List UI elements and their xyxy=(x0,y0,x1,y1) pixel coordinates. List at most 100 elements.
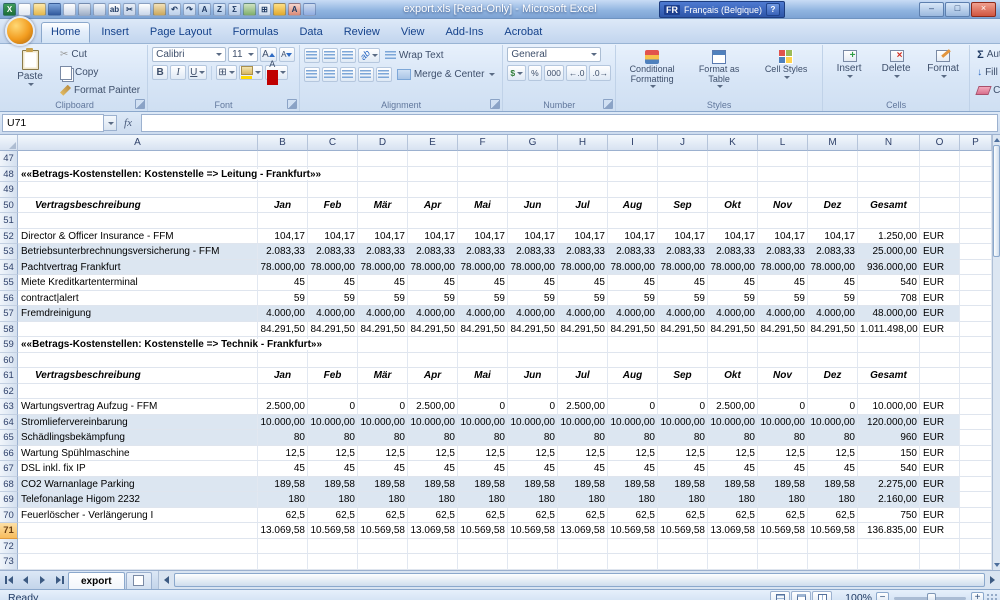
cell-L52[interactable]: 104,17 xyxy=(758,229,808,245)
cell-C53[interactable]: 2.083,33 xyxy=(308,244,358,260)
cell-D60[interactable] xyxy=(358,353,408,369)
cell-P58[interactable] xyxy=(960,322,992,338)
cell-E62[interactable] xyxy=(408,384,458,400)
cell-O61[interactable] xyxy=(920,368,960,384)
cell-N57[interactable]: 48.000,00 xyxy=(858,306,920,322)
cell-H54[interactable]: 78.000,00 xyxy=(558,260,608,276)
cell-I55[interactable]: 45 xyxy=(608,275,658,291)
cell-P54[interactable] xyxy=(960,260,992,276)
column-header-O[interactable]: O xyxy=(920,135,960,151)
cell-C50[interactable]: Feb xyxy=(308,198,358,214)
cell-N49[interactable] xyxy=(858,182,920,198)
scroll-down-button[interactable] xyxy=(993,561,1000,570)
copy-button[interactable]: Copy xyxy=(57,65,143,81)
clipboard-dialog-launcher[interactable] xyxy=(135,99,145,109)
cell-K57[interactable]: 4.000,00 xyxy=(708,306,758,322)
cell-E58[interactable]: 84.291,50 xyxy=(408,322,458,338)
cell-N71[interactable]: 136.835,00 xyxy=(858,523,920,539)
cell-A47[interactable] xyxy=(18,151,258,167)
align-top-button[interactable] xyxy=(304,48,320,63)
fill-button[interactable]: ↓ Fill xyxy=(974,65,1000,81)
cell-P69[interactable] xyxy=(960,492,992,508)
cell-F48[interactable] xyxy=(458,167,508,183)
cell-K70[interactable]: 62,5 xyxy=(708,508,758,524)
cell-D72[interactable] xyxy=(358,539,408,555)
ribbon-tab-view[interactable]: View xyxy=(391,22,435,43)
row-header-57[interactable]: 57 xyxy=(0,306,18,322)
cell-F49[interactable] xyxy=(458,182,508,198)
cell-H65[interactable]: 80 xyxy=(558,430,608,446)
cell-A50[interactable]: Vertragsbeschreibung xyxy=(18,198,258,214)
row-header-52[interactable]: 52 xyxy=(0,229,18,245)
cell-O51[interactable] xyxy=(920,213,960,229)
font-family-select[interactable]: Calibri xyxy=(152,47,226,62)
cell-M64[interactable]: 10.000,00 xyxy=(808,415,858,431)
cell-O55[interactable]: EUR xyxy=(920,275,960,291)
cell-E49[interactable] xyxy=(408,182,458,198)
name-box[interactable]: U71 xyxy=(2,114,104,132)
cell-D54[interactable]: 78.000,00 xyxy=(358,260,408,276)
qat-chart-icon[interactable] xyxy=(243,3,256,16)
align-right-button[interactable] xyxy=(340,67,356,82)
cell-M48[interactable] xyxy=(808,167,858,183)
cell-H70[interactable]: 62,5 xyxy=(558,508,608,524)
cell-G68[interactable]: 189,58 xyxy=(508,477,558,493)
cell-J58[interactable]: 84.291,50 xyxy=(658,322,708,338)
cell-I63[interactable]: 0 xyxy=(608,399,658,415)
cell-I49[interactable] xyxy=(608,182,658,198)
select-all-button[interactable] xyxy=(0,135,18,151)
cell-E65[interactable]: 80 xyxy=(408,430,458,446)
cell-G69[interactable]: 180 xyxy=(508,492,558,508)
font-dialog-launcher[interactable] xyxy=(287,99,297,109)
cell-K64[interactable]: 10.000,00 xyxy=(708,415,758,431)
column-header-N[interactable]: N xyxy=(858,135,920,151)
cell-B66[interactable]: 12,5 xyxy=(258,446,308,462)
cell-N70[interactable]: 750 xyxy=(858,508,920,524)
qat-sort-ascending-icon[interactable]: A xyxy=(198,3,211,16)
cell-B58[interactable]: 84.291,50 xyxy=(258,322,308,338)
cell-C60[interactable] xyxy=(308,353,358,369)
cell-E59[interactable] xyxy=(408,337,458,353)
cell-P65[interactable] xyxy=(960,430,992,446)
ribbon-tab-page-layout[interactable]: Page Layout xyxy=(140,22,222,43)
cell-O53[interactable]: EUR xyxy=(920,244,960,260)
delete-cells-button[interactable]: × Delete xyxy=(874,47,918,98)
cell-P63[interactable] xyxy=(960,399,992,415)
cell-K48[interactable] xyxy=(708,167,758,183)
cell-C47[interactable] xyxy=(308,151,358,167)
qat-redo-icon[interactable]: ↷ xyxy=(183,3,196,16)
qat-cut-icon[interactable]: ✂ xyxy=(123,3,136,16)
cell-E47[interactable] xyxy=(408,151,458,167)
cell-H60[interactable] xyxy=(558,353,608,369)
cell-O73[interactable] xyxy=(920,554,960,570)
scroll-track[interactable] xyxy=(993,258,1000,561)
qat-print-preview-icon[interactable] xyxy=(93,3,106,16)
cell-I69[interactable]: 180 xyxy=(608,492,658,508)
cell-P70[interactable] xyxy=(960,508,992,524)
cell-G71[interactable]: 10.569,58 xyxy=(508,523,558,539)
cell-O56[interactable]: EUR xyxy=(920,291,960,307)
cell-K55[interactable]: 45 xyxy=(708,275,758,291)
cell-N64[interactable]: 120.000,00 xyxy=(858,415,920,431)
cell-K49[interactable] xyxy=(708,182,758,198)
cell-E57[interactable]: 4.000,00 xyxy=(408,306,458,322)
cell-J47[interactable] xyxy=(658,151,708,167)
cell-N52[interactable]: 1.250,00 xyxy=(858,229,920,245)
cell-K69[interactable]: 180 xyxy=(708,492,758,508)
cell-A56[interactable]: contract|alert xyxy=(18,291,258,307)
cell-I61[interactable]: Aug xyxy=(608,368,658,384)
cell-J68[interactable]: 189,58 xyxy=(658,477,708,493)
qat-hyperlink-icon[interactable] xyxy=(303,3,316,16)
cell-I59[interactable] xyxy=(608,337,658,353)
ribbon-tab-review[interactable]: Review xyxy=(334,22,390,43)
insert-worksheet-button[interactable] xyxy=(126,572,152,589)
column-header-F[interactable]: F xyxy=(458,135,508,151)
cell-G70[interactable]: 62,5 xyxy=(508,508,558,524)
cell-K53[interactable]: 2.083,33 xyxy=(708,244,758,260)
cell-M47[interactable] xyxy=(808,151,858,167)
qat-spelling-icon[interactable]: ab xyxy=(108,3,121,16)
cell-E51[interactable] xyxy=(408,213,458,229)
language-bar[interactable]: FR Français (Belgique) ? xyxy=(659,1,785,18)
cell-K63[interactable]: 2.500,00 xyxy=(708,399,758,415)
qat-email-icon[interactable] xyxy=(63,3,76,16)
